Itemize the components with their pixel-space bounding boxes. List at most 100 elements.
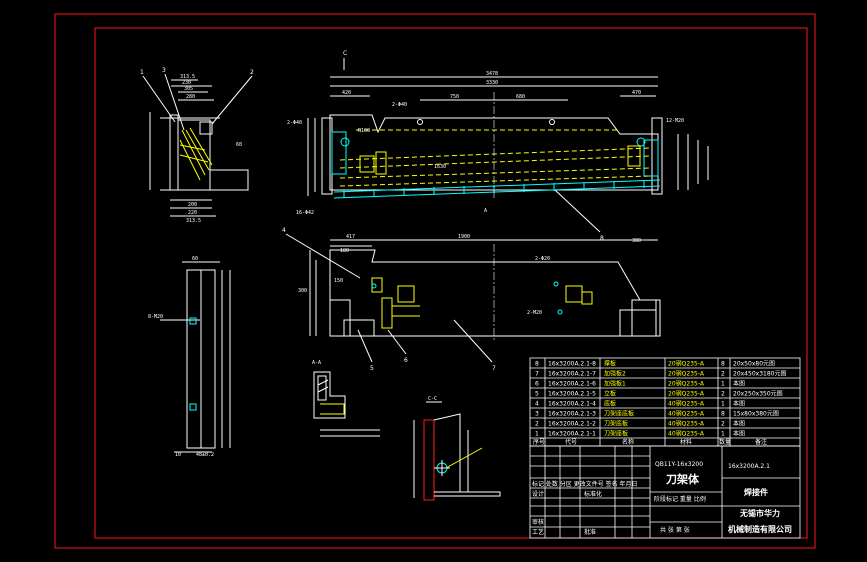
tb-part-name: 刀架体: [666, 472, 700, 486]
parts-cell-qty: 2: [721, 371, 725, 378]
callout-6: 6: [404, 357, 408, 364]
parts-cell-code: 16x3200A.2.1-2: [548, 421, 596, 428]
parts-cell-code: 16x3200A.2.1-8: [548, 361, 596, 368]
dim-2-40: 2-Φ40: [392, 102, 407, 108]
parts-cell-name: 撑板: [604, 360, 616, 368]
dim-16-42: 16-Φ42: [296, 210, 314, 216]
callout-5: 5: [370, 365, 374, 372]
tb-standardization: 标准化: [584, 490, 602, 498]
dim-280: 280: [186, 94, 195, 100]
dim-150: 150: [334, 278, 343, 284]
hdr-qty: 数量: [719, 438, 731, 446]
parts-cell-qty: 1: [721, 381, 725, 388]
label-a-small: A: [484, 208, 487, 214]
tb-company-2: 机械制造有限公司: [728, 524, 792, 534]
tb-category: 焊接件: [744, 487, 768, 497]
parts-cell-material: 20钢Q235-A: [668, 360, 705, 368]
dim-1630: 1630: [434, 164, 446, 170]
callout-4: 4: [282, 227, 286, 234]
left-side-view: 313.5 230 305 280 1 2 3 200 220 313.5 60: [140, 67, 254, 224]
dim-60: 60: [236, 142, 242, 148]
parts-cell-material: 20钢Q235-A: [668, 370, 705, 378]
parts-cell-code: 16x3200A.2.1-4: [548, 401, 596, 408]
dim-10: 10: [175, 452, 181, 458]
dim-750: 750: [450, 94, 459, 100]
parts-cell-note: 本图: [733, 380, 745, 388]
callout-1: 1: [140, 69, 144, 76]
parts-cell-name: 加强板1: [604, 380, 626, 388]
parts-cell-material: 40钢Q235-A: [668, 420, 705, 428]
parts-cell-qty: 8: [721, 411, 725, 418]
dim-60-bar: 60: [192, 256, 198, 262]
parts-cell-code: 16x3200A.2.1-5: [548, 391, 596, 398]
section-c-c: C-C: [413, 396, 501, 501]
tb-company-1: 无锡市华力: [739, 508, 780, 518]
left-bar-view: 60 8-M20 10 48±0.2: [148, 256, 231, 458]
parts-cell-name: 刀架座底板: [604, 410, 634, 418]
parts-cell-note: 本图: [733, 400, 745, 408]
tb-drawing-no: 16x3200A.2.1: [728, 463, 770, 470]
parts-cell-qty: 1: [721, 401, 725, 408]
dim-total: 3478: [486, 71, 498, 77]
plan-view: 417 1900 380 180 300 150 2-Φ20 2-M20 4 5…: [282, 227, 661, 372]
parts-cell-no: 7: [535, 371, 539, 378]
dim-2-40b: 2-Φ40: [287, 120, 302, 126]
parts-cell-material: 40钢Q235-A: [668, 400, 705, 408]
parts-cell-no: 6: [535, 381, 539, 388]
parts-cell-no: 8: [535, 361, 539, 368]
parts-cell-note: 本图: [733, 430, 745, 438]
dim-300: 300: [298, 288, 307, 294]
parts-cell-name: 刀架座板: [604, 430, 628, 438]
callout-3: 3: [162, 67, 166, 74]
dim-200: 200: [188, 202, 197, 208]
parts-cell-code: 16x3200A.2.1-1: [548, 431, 596, 438]
parts-cell-material: 40钢Q235-A: [668, 410, 705, 418]
parts-cell-qty: 1: [721, 431, 725, 438]
dim-2-20: 2-Φ20: [535, 256, 550, 262]
dim-8-m20: 8-M20: [148, 314, 163, 320]
section-a-a-label: A-A: [312, 360, 321, 366]
tb-design: 设计: [532, 490, 544, 498]
parts-cell-code: 16x3200A.2.1-7: [548, 371, 596, 378]
cad-drawing-canvas: 313.5 230 305 280 1 2 3 200 220 313.5 60: [54, 13, 816, 549]
tb-approve: 批准: [584, 528, 596, 536]
hdr-name: 名称: [622, 438, 634, 446]
section-c-c-label: C-C: [428, 396, 437, 402]
parts-cell-code: 16x3200A.2.1-3: [548, 411, 596, 418]
dim-inner: 3330: [486, 80, 498, 86]
parts-cell-no: 5: [535, 391, 539, 398]
parts-cell-qty: 2: [721, 391, 725, 398]
tb-stage: 阶段标记 重量 比例: [654, 495, 706, 503]
dim-2-m20: 2-M20: [527, 310, 542, 316]
tb-process: 工艺: [532, 528, 544, 536]
callout-8: 8: [600, 235, 604, 242]
parts-cell-note: 20x250x350元图: [733, 391, 783, 398]
parts-cell-material: 20钢Q235-A: [668, 380, 705, 388]
parts-cell-note: 15x80x380元图: [733, 411, 779, 418]
dim-305: 305: [184, 86, 193, 92]
hdr-note: 备注: [755, 438, 767, 446]
hdr-no: 序号: [533, 438, 545, 446]
parts-cell-qty: 8: [721, 361, 725, 368]
parts-cell-no: 3: [535, 411, 539, 418]
hdr-code: 代号: [565, 438, 577, 446]
parts-cell-note: 本图: [733, 420, 745, 428]
dim-180: 180: [340, 248, 349, 254]
title-block: QB11Y-16x3200 刀架体 16x3200A.2.1 焊接件 无锡市华力…: [529, 445, 801, 539]
dim-380: 380: [632, 238, 641, 244]
parts-cell-no: 2: [535, 421, 539, 428]
parts-cell-note: 20x50x80元图: [733, 361, 775, 368]
parts-cell-name: 立板: [604, 390, 616, 398]
tb-standard: QB11Y-16x3200: [655, 461, 703, 468]
dim-420: 420: [342, 90, 351, 96]
dim-680: 680: [516, 94, 525, 100]
tb-sheets: 共 张 第 张: [660, 526, 690, 534]
dim-470: 470: [632, 90, 641, 96]
dim-313: 313.5: [186, 218, 201, 224]
parts-rows: 8 16x3200A.2.1-8 撑板 20钢Q235-A 8 20x50x80元图7 16…: [535, 360, 786, 438]
parts-cell-material: 40钢Q235-A: [668, 430, 705, 438]
dim-220: 220: [188, 210, 197, 216]
parts-cell-no: 4: [535, 401, 539, 408]
parts-cell-name: 底板: [604, 400, 616, 408]
parts-cell-note: 20x450x3180元图: [733, 371, 786, 378]
